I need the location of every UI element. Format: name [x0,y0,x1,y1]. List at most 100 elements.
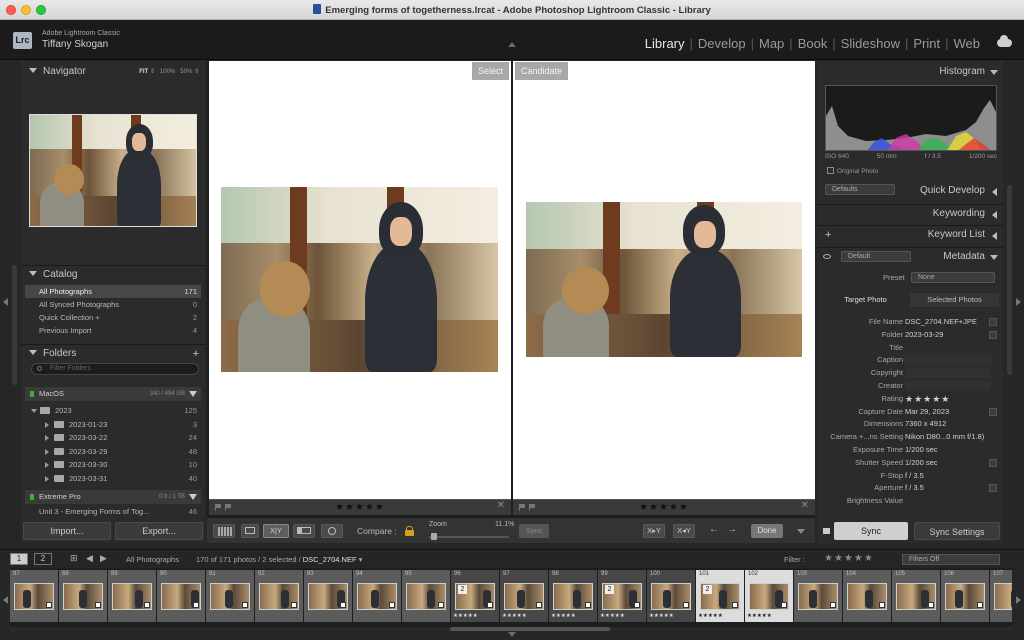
metadata-field-f-stop[interactable]: F-Stop f / 3.5 [821,470,1001,482]
navigator-header[interactable]: Navigator FIT ⇕ 100% 50% ⇕ [21,63,205,81]
catalog-item[interactable]: Previous Import 4 [25,324,201,337]
chevron-down-icon[interactable] [189,494,197,500]
secondary-window-button[interactable]: 2 [34,553,52,565]
action-arrow-icon[interactable] [989,318,997,326]
preset-dropdown[interactable]: None [911,272,995,283]
filmstrip-thumbnail[interactable]: 91 [206,570,254,622]
close-icon[interactable]: ✕ [801,500,809,511]
filmstrip-thumbnail[interactable]: 98 ★★★★★ [549,570,597,622]
metadata-field-dimensions[interactable]: Dimensions 7360 x 4912 [821,418,1001,430]
forward-arrow-icon[interactable]: ▶ [100,553,107,564]
compare-view-button[interactable]: X|Y [263,524,289,538]
disclosure-triangle-icon[interactable] [31,409,37,413]
filter-rating-stars[interactable]: ★★★★★ [824,553,874,564]
action-arrow-icon[interactable] [989,407,997,416]
zoom-slider[interactable] [429,536,509,538]
folders-header[interactable]: Folders + [21,344,205,362]
folder-item[interactable]: 2023-03-30 10 [25,458,201,471]
collapse-filmstrip-icon[interactable] [508,632,516,637]
filmstrip-thumbnail[interactable]: 93 [304,570,352,622]
filmstrip-scrollbar[interactable] [10,627,1012,631]
filmstrip-thumbnail[interactable]: 90 [157,570,205,622]
filmstrip-thumbnail[interactable]: 107 [990,570,1012,622]
candidate-rating[interactable]: ★★★★★ [513,502,815,513]
primary-window-button[interactable]: 1 [10,553,28,565]
chevron-down-icon[interactable] [189,391,197,397]
close-icon[interactable]: ✕ [497,500,505,511]
catalog-item[interactable]: All Photographs 171 [25,285,201,298]
navigator-preview[interactable] [29,114,197,227]
histogram-chart[interactable] [825,85,997,151]
module-library[interactable]: Library [645,36,685,51]
zoom-slider-handle[interactable] [431,533,437,540]
navigator-zoom-options[interactable]: FIT ⇕ 100% 50% ⇕ [139,63,199,81]
tab-selected-photos[interactable]: Selected Photos [910,293,999,307]
disclosure-triangle-icon[interactable] [45,462,49,469]
export-button[interactable]: Export... [115,522,203,540]
filmstrip-thumbnail[interactable]: 89 [108,570,156,622]
metadata-header[interactable]: Default Metadata [817,247,1003,265]
survey-view-button[interactable] [293,524,315,538]
module-develop[interactable]: Develop [698,36,746,51]
module-map[interactable]: Map [759,36,784,51]
metadata-field-shutter-speed[interactable]: Shutter Speed 1/200 sec [821,457,1001,469]
left-panel-scrollbar[interactable] [12,265,17,385]
filmstrip-thumbnail[interactable]: 97 ★★★★★ [500,570,548,622]
catalog-item[interactable]: Quick Collection +2 [25,311,201,324]
folder-item[interactable]: 2023-03-29 48 [25,445,201,458]
source-label[interactable]: All Photographs [126,555,179,564]
make-select-button[interactable]: X◂Y [673,524,695,538]
filmstrip-thumbnail[interactable]: 92 [255,570,303,622]
collapse-top-panel-icon[interactable] [508,42,516,47]
metadata-input[interactable] [905,381,991,391]
stack-count-badge[interactable]: 2 [458,585,467,594]
disclosure-triangle-icon[interactable] [45,435,49,442]
catalog-item[interactable]: All Synced Photographs 0 [25,298,201,311]
quick-develop-header[interactable]: Quick Develop [817,182,1003,200]
volume-macos[interactable]: MacOS 340 / 494 GB [25,387,201,401]
grid-toggle-icon[interactable]: ⊞ [70,553,78,564]
right-panel-scrollbar[interactable] [1007,185,1012,375]
metadata-field-brightness-value[interactable]: Brightness Value [821,495,1001,507]
metadata-field-creator[interactable]: Creator [821,380,1001,392]
select-rating[interactable]: ★★★★★ [209,502,511,513]
done-button[interactable]: Done [751,524,783,538]
metadata-field-caption[interactable]: Caption [821,354,1001,366]
collapse-left-panel-icon[interactable] [3,298,8,306]
stack-count-badge[interactable]: 2 [703,585,712,594]
tab-target-photo[interactable]: Target Photo [821,293,910,307]
metadata-field-aperture[interactable]: Aperture f / 3.5 [821,482,1001,494]
candidate-pane[interactable]: Candidate [513,61,815,499]
folder-item[interactable]: 2023-03-22 24 [25,431,201,444]
filmstrip-thumbnail[interactable]: 88 [59,570,107,622]
stack-count-badge[interactable]: 2 [605,585,614,594]
auto-sync-toggle[interactable] [823,528,830,534]
action-arrow-icon[interactable] [989,458,997,467]
filmstrip-thumbnail[interactable]: 95 [402,570,450,622]
keywording-header[interactable]: Keywording [817,204,1003,222]
back-arrow-icon[interactable]: ◀ [86,553,93,564]
filmstrip-scroll-thumb[interactable] [450,627,610,631]
filmstrip-thumbnail[interactable]: 96 2 ★★★★★ [451,570,499,622]
candidate-photo[interactable] [526,202,802,357]
cloud-sync-icon[interactable] [997,35,1012,47]
metadata-field-rating[interactable]: Rating ★★★★★ [821,393,1001,405]
filmstrip-thumbnail[interactable]: 101 2 ★★★★★ [696,570,744,622]
filmstrip-thumbnail[interactable]: 106 [941,570,989,622]
disclosure-triangle-icon[interactable] [45,421,49,428]
metadata-field-folder[interactable]: Folder 2023-03-29 [821,329,1001,341]
sync-button[interactable]: Sync [834,522,908,540]
select-pane[interactable]: Select [209,61,511,499]
histogram-header[interactable]: Histogram [817,63,1003,81]
metadata-field-copyright[interactable]: Copyright [821,367,1001,379]
add-keyword-button[interactable]: + [825,226,831,244]
filmstrip-thumbnail[interactable]: 94 [353,570,401,622]
keyword-list-header[interactable]: + Keyword List [817,225,1003,243]
folder-unit3[interactable]: Unit 3 - Emerging Forms of Tog... 46 [25,507,201,516]
filmstrip-scroll-left-icon[interactable] [3,596,8,604]
module-book[interactable]: Book [798,36,828,51]
filmstrip-thumbnail[interactable]: 105 [892,570,940,622]
filmstrip-thumbnail[interactable]: 87 [10,570,58,622]
collapse-right-panel-icon[interactable] [1016,298,1021,306]
filmstrip-thumbnail[interactable]: 104 [843,570,891,622]
